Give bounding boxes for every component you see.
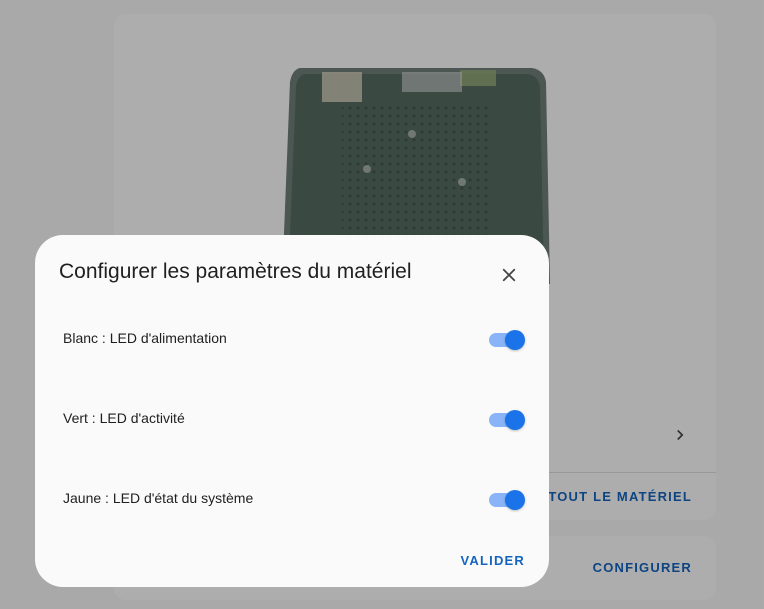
setting-label: Vert : LED d'activité (63, 410, 185, 426)
close-button[interactable] (493, 259, 525, 291)
activity-led-toggle[interactable] (487, 407, 525, 431)
toggle-thumb (505, 410, 525, 430)
toggle-thumb (505, 490, 525, 510)
validate-button[interactable]: VALIDER (461, 553, 526, 568)
setting-row-activity-led: Vert : LED d'activité (63, 407, 525, 431)
setting-row-power-led: Blanc : LED d'alimentation (63, 327, 525, 351)
power-led-toggle[interactable] (487, 327, 525, 351)
setting-label: Jaune : LED d'état du système (63, 490, 254, 506)
setting-label: Blanc : LED d'alimentation (63, 330, 227, 346)
dialog-title: Configurer les paramètres du matériel (59, 260, 412, 283)
setting-row-status-led: Jaune : LED d'état du système (63, 487, 525, 511)
status-led-toggle[interactable] (487, 487, 525, 511)
toggle-thumb (505, 330, 525, 350)
hardware-settings-dialog: Configurer les paramètres du matériel Bl… (35, 235, 549, 587)
close-icon (502, 268, 516, 282)
